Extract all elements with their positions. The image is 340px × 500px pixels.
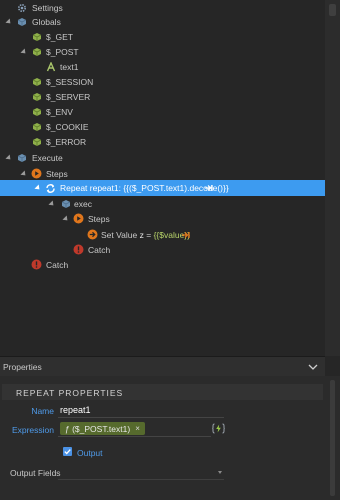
name-value: repeat1 <box>60 405 91 415</box>
scrollbar-thumb[interactable] <box>329 4 336 16</box>
tree-item-label: $_SESSION <box>46 76 94 87</box>
error-icon <box>31 259 42 270</box>
cube-icon <box>31 91 42 102</box>
tree-item-set-value[interactable]: Set Value z = {{$value}} <box>0 227 325 242</box>
set-value-label: Set Value <box>101 229 138 240</box>
collapse-arrow-icon[interactable] <box>48 199 56 208</box>
collapse-arrow-icon[interactable] <box>20 169 28 178</box>
action-tree: Settings Globals $_GET $_POST text1 $_SE… <box>0 0 325 356</box>
enter-arrow-icon <box>203 183 214 194</box>
gear-icon <box>16 2 27 13</box>
tree-item-label: Catch <box>88 244 111 255</box>
chevron-down-icon[interactable] <box>307 361 319 373</box>
set-value-eq: = <box>146 229 152 240</box>
collapse-arrow-icon[interactable] <box>5 153 13 162</box>
cube-icon <box>31 106 42 117</box>
cube-icon <box>31 136 42 147</box>
collapse-arrow-icon[interactable] <box>34 184 42 192</box>
cube-icon <box>31 31 42 42</box>
tree-item-label: $_SERVER <box>46 91 91 102</box>
cube-icon <box>31 76 42 87</box>
tree-item-label: Execute <box>32 152 63 163</box>
expression-chip[interactable]: ƒ ($_POST.text1) × <box>60 422 145 435</box>
cube-icon <box>60 198 71 209</box>
tree-item-steps[interactable]: Steps <box>0 166 325 181</box>
tree-item-label: Settings <box>32 2 63 13</box>
tree-item-get[interactable]: $_GET <box>0 29 325 44</box>
scrollbar-thumb[interactable] <box>330 380 335 496</box>
tree-item-label: Set Value z = {{$value}} <box>101 230 190 240</box>
output-checkbox[interactable] <box>63 447 72 456</box>
tree-item-label: Globals <box>32 16 61 27</box>
tree-item-inner-steps[interactable]: Steps <box>0 211 325 226</box>
output-checkbox-label[interactable]: Output <box>77 448 103 458</box>
collapse-arrow-icon[interactable] <box>20 47 28 56</box>
tree-item-label: Steps <box>46 168 68 179</box>
collapse-arrow-icon[interactable] <box>62 214 70 223</box>
tree-item-repeat[interactable]: Repeat repeat1: {{($_POST.text1).decode(… <box>0 180 325 196</box>
properties-scrollbar[interactable] <box>325 376 340 500</box>
text-icon <box>45 61 56 72</box>
section-title: REPEAT PROPERTIES <box>16 388 124 398</box>
collapse-arrow-icon[interactable] <box>5 17 13 26</box>
tree-item-server[interactable]: $_SERVER <box>0 89 325 104</box>
arrow-right-icon <box>87 229 98 240</box>
enter-arrow-icon <box>180 229 191 240</box>
output-fields-select[interactable] <box>58 466 224 480</box>
tree-item-label: $_ENV <box>46 106 73 117</box>
tree-item-label: $_ERROR <box>46 136 87 147</box>
expression-input[interactable]: ƒ ($_POST.text1) × <box>58 421 211 437</box>
play-icon <box>73 213 84 224</box>
tree-item-cookie[interactable]: $_COOKIE <box>0 119 325 134</box>
properties-panel: REPEAT PROPERTIES Name repeat1 Expressio… <box>0 376 325 500</box>
tree-scrollbar[interactable] <box>325 0 340 356</box>
tree-item-label: exec <box>74 198 92 209</box>
expression-chip-text: ƒ ($_POST.text1) <box>65 423 131 434</box>
tree-item-exec[interactable]: exec <box>0 196 325 211</box>
repeat-icon <box>45 183 56 194</box>
play-icon <box>31 168 42 179</box>
tree-item-globals[interactable]: Globals <box>0 14 325 29</box>
tree-item-label: text1 <box>60 61 79 72</box>
tree-item-error[interactable]: $_ERROR <box>0 134 325 149</box>
tree-item-post[interactable]: $_POST <box>0 44 325 59</box>
cube-icon <box>31 46 42 57</box>
tree-item-execute[interactable]: Execute <box>0 150 325 165</box>
tree-item-inner-catch[interactable]: Catch <box>0 242 325 257</box>
tree-item-label: Catch <box>46 259 69 270</box>
error-icon <box>73 244 84 255</box>
tree-item-env[interactable]: $_ENV <box>0 104 325 119</box>
dropdown-caret-icon <box>218 471 222 474</box>
tree-item-label: $_COOKIE <box>46 121 89 132</box>
output-fields-label: Output Fields <box>10 468 61 478</box>
tree-item-catch[interactable]: Catch <box>0 257 325 272</box>
dynamic-data-button[interactable] <box>212 422 225 435</box>
set-value-var: z <box>139 229 144 240</box>
name-label: Name <box>31 406 54 416</box>
tree-item-label: Steps <box>88 213 110 224</box>
properties-panel-header[interactable]: Properties <box>0 356 325 376</box>
execute-icon <box>16 152 27 163</box>
cube-icon <box>31 121 42 132</box>
name-input[interactable]: repeat1 <box>58 404 224 418</box>
tree-item-settings[interactable]: Settings <box>0 0 325 15</box>
tree-item-label: $_POST <box>46 46 79 57</box>
tree-item-label: $_GET <box>46 31 73 42</box>
expression-label: Expression <box>11 425 54 435</box>
chip-remove-button[interactable]: × <box>135 424 140 433</box>
tree-item-text1[interactable]: text1 <box>0 59 325 74</box>
tree-item-session[interactable]: $_SESSION <box>0 74 325 89</box>
globe-icon <box>16 16 27 27</box>
properties-panel-title: Properties <box>3 362 42 372</box>
